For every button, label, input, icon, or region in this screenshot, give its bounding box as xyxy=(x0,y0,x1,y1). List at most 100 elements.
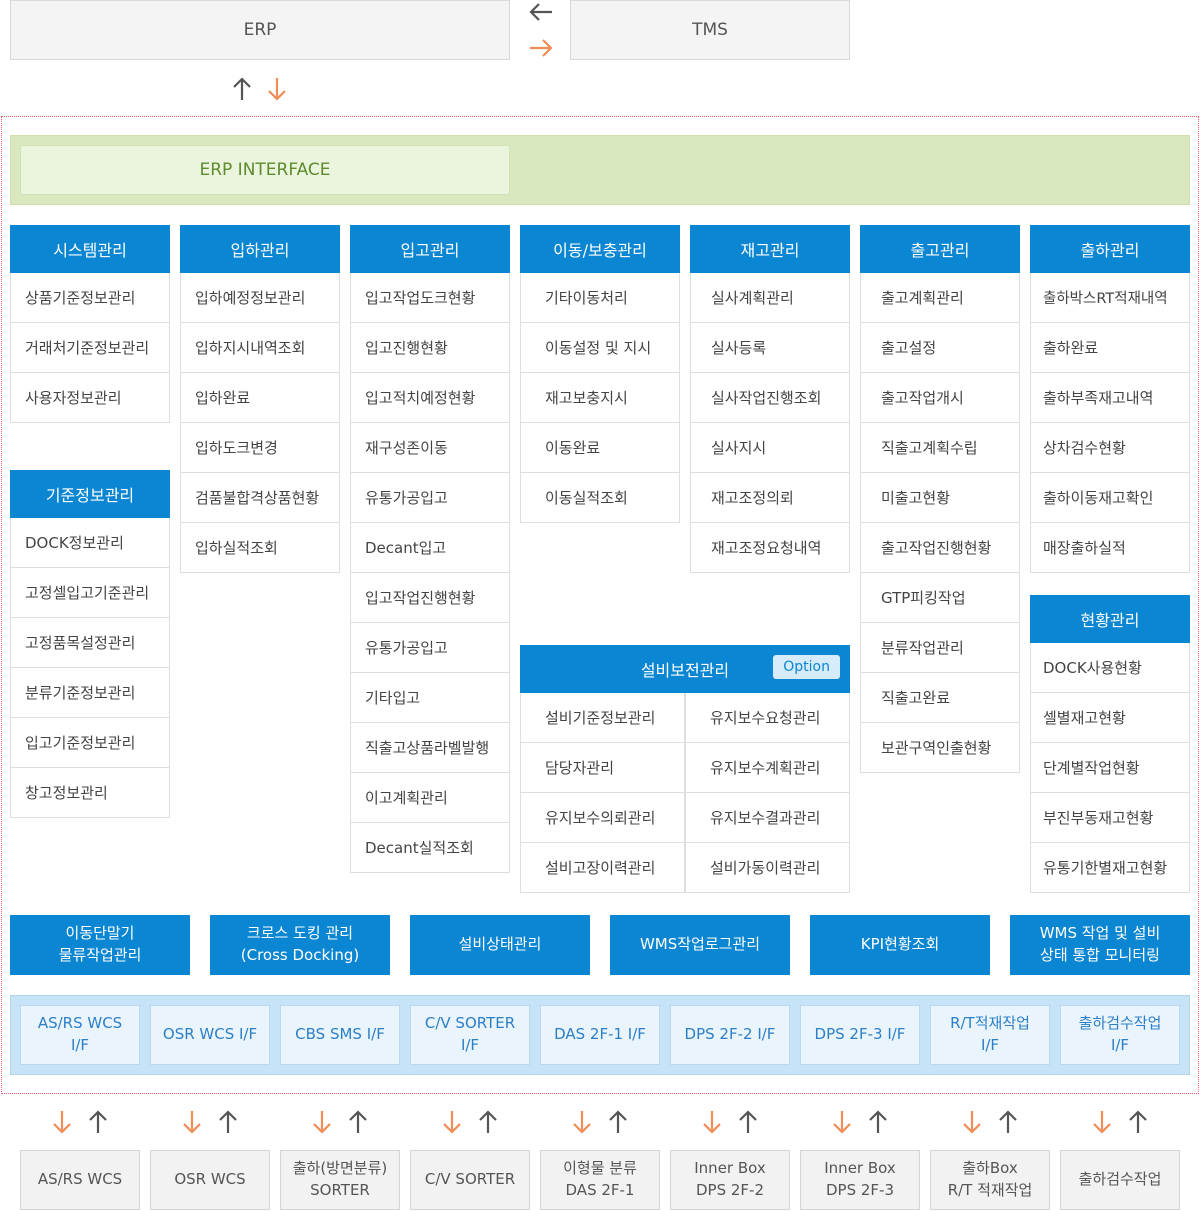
menu-item[interactable]: 분류작업관리 xyxy=(860,623,1020,673)
erp-interface-box: ERP INTERFACE xyxy=(20,145,510,195)
menu-item[interactable]: 분류기준정보관리 xyxy=(10,668,170,718)
menu-item[interactable]: 유지보수계획관리 xyxy=(685,743,850,793)
menu-item[interactable]: 입고작업진행현황 xyxy=(350,573,510,623)
menu-item[interactable]: 출고작업개시 xyxy=(860,373,1020,423)
menu-item[interactable]: 입고작업도크현황 xyxy=(350,273,510,323)
menu-item[interactable]: 입고진행현황 xyxy=(350,323,510,373)
menu-item[interactable]: 매장출하실적 xyxy=(1030,523,1190,573)
menu-item[interactable]: 유통가공입고 xyxy=(350,473,510,523)
menu-item[interactable]: 이동완료 xyxy=(520,423,680,473)
column-header: 시스템관리 xyxy=(10,225,170,273)
menu-item[interactable]: 입하예정정보관리 xyxy=(180,273,340,323)
menu-item[interactable]: 유지보수의뢰관리 xyxy=(520,793,685,843)
menu-item[interactable]: 이동설정 및 지시 xyxy=(520,323,680,373)
menu-item[interactable]: 재구성존이동 xyxy=(350,423,510,473)
menu-item[interactable]: GTP피킹작업 xyxy=(860,573,1020,623)
menu-item[interactable]: 재고보충지시 xyxy=(520,373,680,423)
arrow-up-icon xyxy=(609,1110,627,1133)
menu-item[interactable]: 이고계획관리 xyxy=(350,773,510,823)
menu-item[interactable]: 직출고계획수립 xyxy=(860,423,1020,473)
menu-item[interactable]: 기타이동처리 xyxy=(520,273,680,323)
arrow-up-icon xyxy=(219,1110,237,1133)
menu-item[interactable]: 입하지시내역조회 xyxy=(180,323,340,373)
menu-item[interactable]: 입하완료 xyxy=(180,373,340,423)
erp-interface-label: ERP INTERFACE xyxy=(199,160,331,180)
menu-item[interactable]: 미출고현황 xyxy=(860,473,1020,523)
menu-item[interactable]: 입하도크변경 xyxy=(180,423,340,473)
menu-item[interactable]: 유지보수요청관리 xyxy=(685,693,850,743)
menu-item[interactable]: 실사계획관리 xyxy=(690,273,850,323)
equipment-shipping-inspection: 출하검수작업 xyxy=(1060,1150,1180,1210)
menu-item[interactable]: 실사지시 xyxy=(690,423,850,473)
module-wms-log[interactable]: WMS작업로그관리 xyxy=(610,915,790,975)
interface-shipping-inspection[interactable]: 출하검수작업 I/F xyxy=(1060,1005,1180,1065)
menu-item[interactable]: 입하실적조회 xyxy=(180,523,340,573)
arrow-up-icon xyxy=(349,1110,367,1133)
menu-item[interactable]: 입고적치예정현황 xyxy=(350,373,510,423)
menu-item[interactable]: 직출고상품라벨발행 xyxy=(350,723,510,773)
menu-item[interactable]: 실사작업진행조회 xyxy=(690,373,850,423)
menu-item[interactable]: 출하완료 xyxy=(1030,323,1190,373)
menu-item[interactable]: DOCK사용현황 xyxy=(1030,643,1190,693)
module-mobile-logistics[interactable]: 이동단말기 물류작업관리 xyxy=(10,915,190,975)
menu-item[interactable]: 재고조정요청내역 xyxy=(690,523,850,573)
menu-item[interactable]: 출고작업진행현황 xyxy=(860,523,1020,573)
menu-item[interactable]: 단계별작업현황 xyxy=(1030,743,1190,793)
option-badge: Option xyxy=(773,655,840,679)
menu-item[interactable]: 담당자관리 xyxy=(520,743,685,793)
menu-item[interactable]: DOCK정보관리 xyxy=(10,518,170,568)
arrow-down-icon xyxy=(268,78,286,101)
interface-cv-sorter[interactable]: C/V SORTER I/F xyxy=(410,1005,530,1065)
menu-item[interactable]: 출하박스RT적재내역 xyxy=(1030,273,1190,323)
menu-item[interactable]: 설비고장이력관리 xyxy=(520,843,685,893)
menu-item[interactable]: 입고기준정보관리 xyxy=(10,718,170,768)
module-kpi[interactable]: KPI현황조회 xyxy=(810,915,990,975)
arrow-down-icon xyxy=(833,1111,851,1134)
menu-item[interactable]: 셀별재고현황 xyxy=(1030,693,1190,743)
interface-rt-loading[interactable]: R/T적재작업 I/F xyxy=(930,1005,1050,1065)
menu-item[interactable]: 재고조정의뢰 xyxy=(690,473,850,523)
menu-item[interactable]: 창고정보관리 xyxy=(10,768,170,818)
menu-item[interactable]: 유통가공입고 xyxy=(350,623,510,673)
menu-item[interactable]: 거래처기준정보관리 xyxy=(10,323,170,373)
column-header: 이동/보충관리 xyxy=(520,225,680,273)
menu-item[interactable]: 출하부족재고내역 xyxy=(1030,373,1190,423)
menu-item[interactable]: Decant입고 xyxy=(350,523,510,573)
menu-item[interactable]: Decant실적조회 xyxy=(350,823,510,873)
menu-item[interactable]: 실사등록 xyxy=(690,323,850,373)
menu-item[interactable]: 출고설정 xyxy=(860,323,1020,373)
interface-asrs[interactable]: AS/RS WCS I/F xyxy=(20,1005,140,1065)
arrow-down-icon xyxy=(1093,1111,1111,1134)
menu-item[interactable]: 출하이동재고확인 xyxy=(1030,473,1190,523)
menu-item[interactable]: 유통기한별재고현황 xyxy=(1030,843,1190,893)
interface-das-2f1[interactable]: DAS 2F-1 I/F xyxy=(540,1005,660,1065)
module-cross-docking[interactable]: 크로스 도킹 관리 (Cross Docking) xyxy=(210,915,390,975)
menu-item[interactable]: 설비기준정보관리 xyxy=(520,693,685,743)
arrow-up-icon xyxy=(999,1110,1017,1133)
column-header: 현황관리 xyxy=(1030,595,1190,643)
module-monitoring[interactable]: WMS 작업 및 설비 상태 통합 모니터링 xyxy=(1010,915,1190,975)
menu-item[interactable]: 부진부동재고현황 xyxy=(1030,793,1190,843)
menu-item[interactable]: 이동실적조회 xyxy=(520,473,680,523)
facility-grid: 설비기준정보관리 유지보수요청관리 담당자관리 유지보수계획관리 유지보수의뢰관… xyxy=(520,693,850,893)
column-system: 시스템관리 상품기준정보관리 거래처기준정보관리 사용자정보관리 xyxy=(10,225,170,423)
interface-cbs-sms[interactable]: CBS SMS I/F xyxy=(280,1005,400,1065)
menu-item[interactable]: 상차검수현황 xyxy=(1030,423,1190,473)
menu-item[interactable]: 유지보수결과관리 xyxy=(685,793,850,843)
menu-item[interactable]: 상품기준정보관리 xyxy=(10,273,170,323)
menu-item[interactable]: 고정셀입고기준관리 xyxy=(10,568,170,618)
menu-item[interactable]: 설비가동이력관리 xyxy=(685,843,850,893)
menu-item[interactable]: 고정품목설정관리 xyxy=(10,618,170,668)
interface-osr[interactable]: OSR WCS I/F xyxy=(150,1005,270,1065)
menu-item[interactable]: 기타입고 xyxy=(350,673,510,723)
interface-dps-2f2[interactable]: DPS 2F-2 I/F xyxy=(670,1005,790,1065)
arrow-up-icon xyxy=(479,1110,497,1133)
module-equipment-status[interactable]: 설비상태관리 xyxy=(410,915,590,975)
menu-item[interactable]: 출고계획관리 xyxy=(860,273,1020,323)
menu-item[interactable]: 검품불합격상품현황 xyxy=(180,473,340,523)
erp-box: ERP xyxy=(10,0,510,60)
menu-item[interactable]: 사용자정보관리 xyxy=(10,373,170,423)
menu-item[interactable]: 직출고완료 xyxy=(860,673,1020,723)
menu-item[interactable]: 보관구역인출현황 xyxy=(860,723,1020,773)
interface-dps-2f3[interactable]: DPS 2F-3 I/F xyxy=(800,1005,920,1065)
